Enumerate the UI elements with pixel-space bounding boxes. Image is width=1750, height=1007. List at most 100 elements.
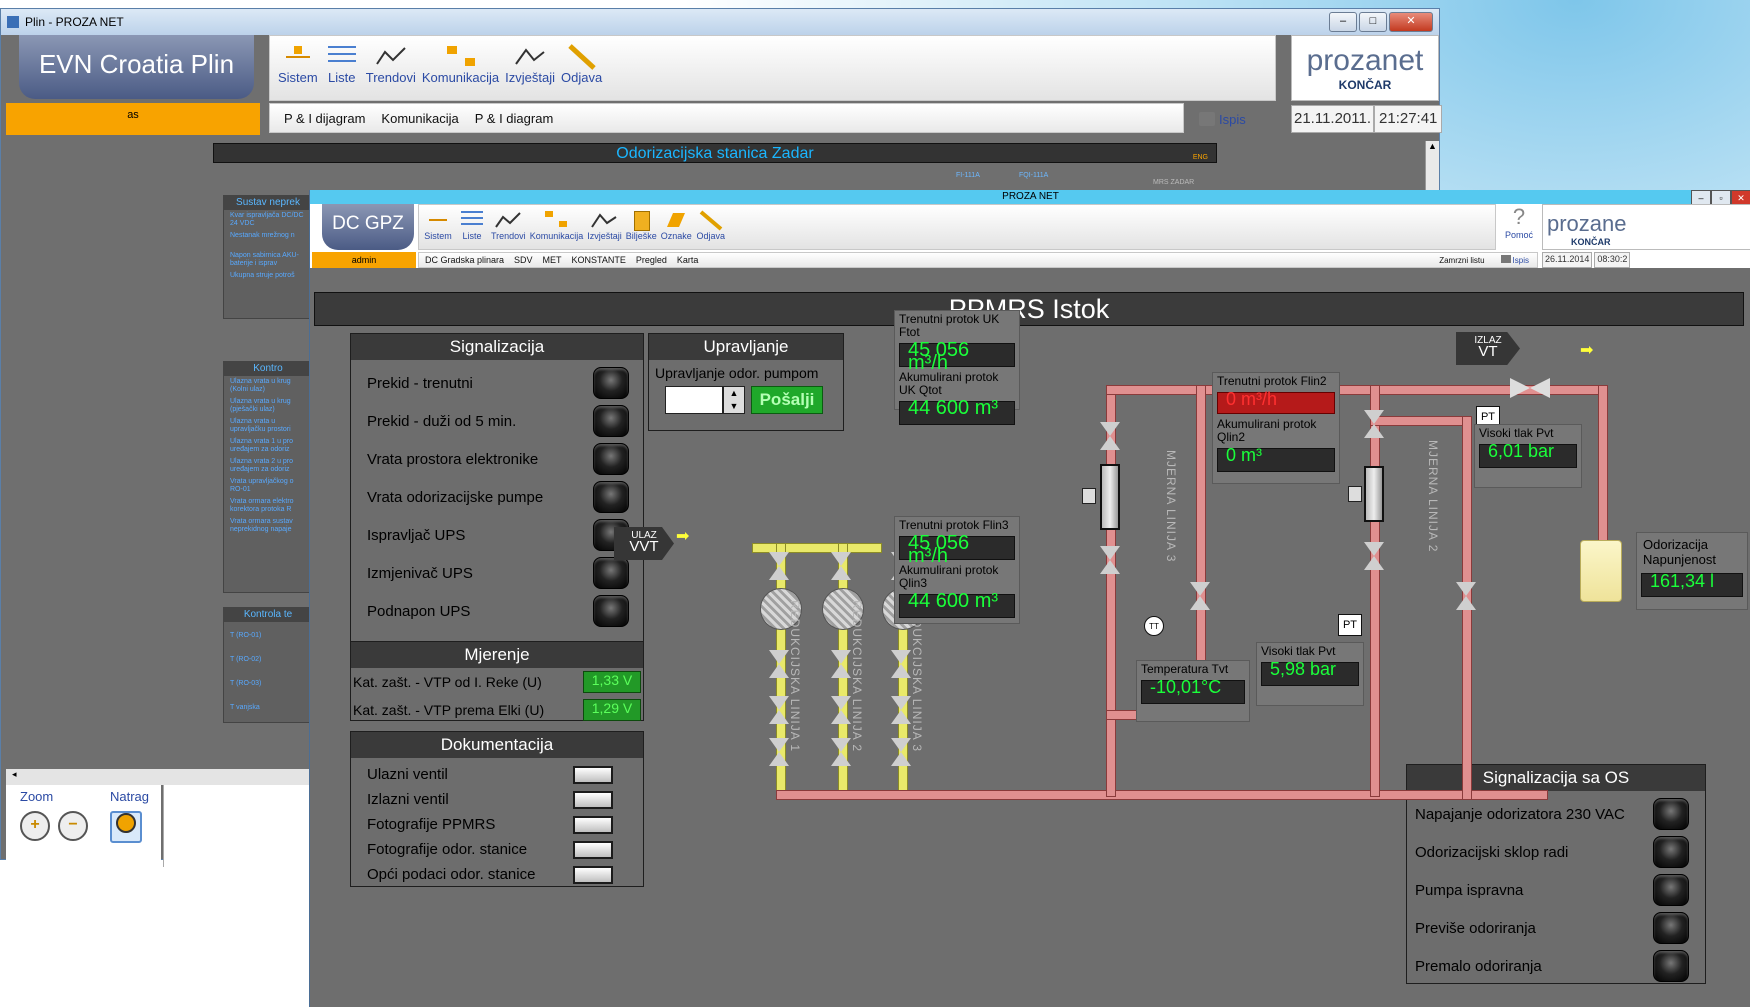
pump-value-stepper[interactable]: ▲ ▼ — [723, 386, 745, 414]
front-tool-biljeske[interactable]: Bilješke — [626, 209, 657, 241]
front-restore-button[interactable]: ▫ — [1711, 190, 1731, 205]
notes-icon — [626, 209, 656, 231]
valve-icon[interactable] — [831, 650, 851, 678]
document-button[interactable] — [573, 815, 613, 834]
subnav-pregled[interactable]: Pregled — [636, 255, 667, 265]
pvt2-box: Visoki tlak Pvt 6,01 bar — [1474, 424, 1582, 488]
freeze-list-button[interactable]: Zamrzni listu — [1439, 256, 1490, 265]
subnav-sdv[interactable]: SDV — [514, 255, 533, 265]
flow-meter-icon — [1100, 464, 1120, 530]
dokumentacija-title: Dokumentacija — [351, 732, 643, 758]
subnav-dc-gradska[interactable]: DC Gradska plinara — [425, 255, 504, 265]
front-minimize-button[interactable]: – — [1691, 190, 1711, 205]
pvt-label: Visoki tlak Pvt — [1261, 644, 1336, 658]
panel-item: Ulazna vrata u krug (Kolni ulaz) — [230, 378, 291, 393]
back-print-button[interactable]: Ispis — [1199, 103, 1271, 135]
zoom-in-icon[interactable]: + — [20, 811, 50, 841]
panel-item: Ulazna vrata 2 u pro uređajem za odoriz — [230, 458, 294, 473]
app-home-button[interactable]: EVN Croatia Plin — [19, 35, 254, 99]
subnav-karta[interactable]: Karta — [677, 255, 699, 265]
pressure-transmitter[interactable]: PT — [1338, 614, 1362, 636]
front-tool-komunikacija[interactable]: Komunikacija — [530, 209, 583, 241]
subnav-pi-diagram[interactable]: P & I dijagram — [284, 111, 365, 126]
regulator-valve-icon[interactable] — [831, 696, 851, 724]
outlet-arrow-icon: ➡ — [1580, 342, 1594, 359]
document-button[interactable] — [573, 865, 613, 884]
front-window-buttons: – ▫ ✕ — [1691, 190, 1750, 205]
pvt-box: Visoki tlak Pvt 5,98 bar — [1256, 642, 1364, 706]
front-help-button[interactable]: ? Pomoć — [1502, 204, 1536, 250]
tool-trendovi[interactable]: Trendovi — [366, 42, 416, 85]
valve-icon[interactable] — [769, 650, 789, 678]
maximize-button[interactable]: □ — [1359, 12, 1387, 32]
qtot-value: 44 600 m³ — [899, 398, 1015, 425]
valve-icon[interactable] — [1364, 542, 1384, 570]
close-button[interactable]: ✕ — [1389, 12, 1433, 32]
list-item: Previše odoriranja — [1415, 909, 1689, 947]
outlet-tag[interactable]: IZLAZ VT — [1456, 332, 1520, 365]
temperature-label: Temperatura Tvt — [1141, 662, 1229, 676]
pump-value-input[interactable] — [665, 386, 723, 414]
logout-icon — [564, 42, 600, 70]
front-tool-odjava[interactable]: Odjava — [696, 209, 726, 241]
subnav-pi-diagram-2[interactable]: P & I diagram — [475, 111, 554, 126]
pvt2-label: Visoki tlak Pvt — [1479, 426, 1554, 440]
tool-liste[interactable]: Liste — [324, 42, 360, 85]
valve-icon[interactable] — [891, 650, 911, 678]
regulator-valve-icon[interactable] — [891, 696, 911, 724]
flin2-box: Trenutni protok Flin2 0 m³/h Akumulirani… — [1212, 372, 1340, 484]
front-app-button[interactable]: DC GPZ — [322, 204, 414, 250]
front-close-button[interactable]: ✕ — [1731, 190, 1750, 205]
tool-komunikacija[interactable]: Komunikacija — [422, 42, 499, 85]
temperature-transmitter[interactable]: TT — [1144, 616, 1164, 636]
valve-icon[interactable] — [831, 738, 851, 766]
subnav-komunikacija[interactable]: Komunikacija — [381, 111, 458, 126]
front-tool-izvjestaji[interactable]: Izvještaji — [587, 209, 622, 241]
document-button[interactable] — [573, 790, 613, 809]
front-tool-sistem[interactable]: Sistem — [423, 209, 453, 241]
ftot-label: Trenutni protok UK Ftot — [899, 312, 1000, 339]
item-label: Pumpa ispravna — [1415, 881, 1524, 899]
item-label: Vrata odorizacijske pumpe — [367, 488, 544, 506]
front-tool-oznake[interactable]: Oznake — [661, 209, 692, 241]
minimize-button[interactable]: – — [1329, 12, 1357, 32]
tool-izvjestaji[interactable]: Izvještaji — [505, 42, 555, 85]
meter-line-2-top-pipe — [1370, 416, 1472, 426]
list-item: Ispravljač UPS — [367, 516, 629, 554]
regulator-valve-icon[interactable] — [769, 696, 789, 724]
valve-icon[interactable] — [831, 552, 851, 580]
front-print-button[interactable]: Ispis — [1500, 255, 1537, 265]
send-button[interactable]: Pošalji — [751, 386, 823, 414]
home-icon[interactable] — [110, 811, 142, 843]
scroll-up-icon[interactable]: ▲ — [1426, 141, 1439, 155]
station-tag[interactable]: ENG — [1193, 148, 1208, 168]
outlet-valve-icon[interactable] — [1510, 378, 1550, 398]
tool-sistem[interactable]: Sistem — [278, 42, 318, 85]
zoom-out-icon[interactable]: − — [58, 811, 88, 841]
subnav-met[interactable]: MET — [543, 255, 562, 265]
valve-icon[interactable] — [769, 738, 789, 766]
tool-odjava[interactable]: Odjava — [561, 42, 602, 85]
front-tool-trendovi[interactable]: Trendovi — [491, 209, 526, 241]
valve-icon[interactable] — [1100, 546, 1120, 574]
valve-icon[interactable] — [769, 552, 789, 580]
back-hscrollbar[interactable]: ◂ — [6, 769, 311, 785]
panel-item: Nestanak mrežnog n — [230, 232, 295, 239]
valve-icon[interactable] — [1190, 582, 1210, 610]
valve-icon[interactable] — [1456, 582, 1476, 610]
inlet-tag[interactable]: ULAZ VVT — [614, 527, 674, 560]
item-label: Vrata prostora elektronike — [367, 450, 539, 468]
pvt-value: 5,98 bar — [1261, 660, 1359, 686]
valve-icon[interactable] — [1364, 410, 1384, 438]
document-button[interactable] — [573, 840, 613, 859]
valve-icon[interactable] — [891, 738, 911, 766]
meter-sensor-icon — [1348, 486, 1362, 502]
document-button[interactable] — [573, 765, 613, 784]
front-tool-liste[interactable]: Liste — [457, 209, 487, 241]
front-titlebar[interactable]: PROZA NET – ▫ ✕ — [310, 190, 1750, 205]
back-titlebar[interactable]: Plin - PROZA NET – □ ✕ — [1, 9, 1439, 35]
valve-icon[interactable] — [1100, 422, 1120, 450]
communication-icon — [541, 209, 571, 231]
subnav-konstante[interactable]: KONSTANTE — [572, 255, 626, 265]
ftot-value: 45 056 m³/h — [899, 340, 1015, 373]
